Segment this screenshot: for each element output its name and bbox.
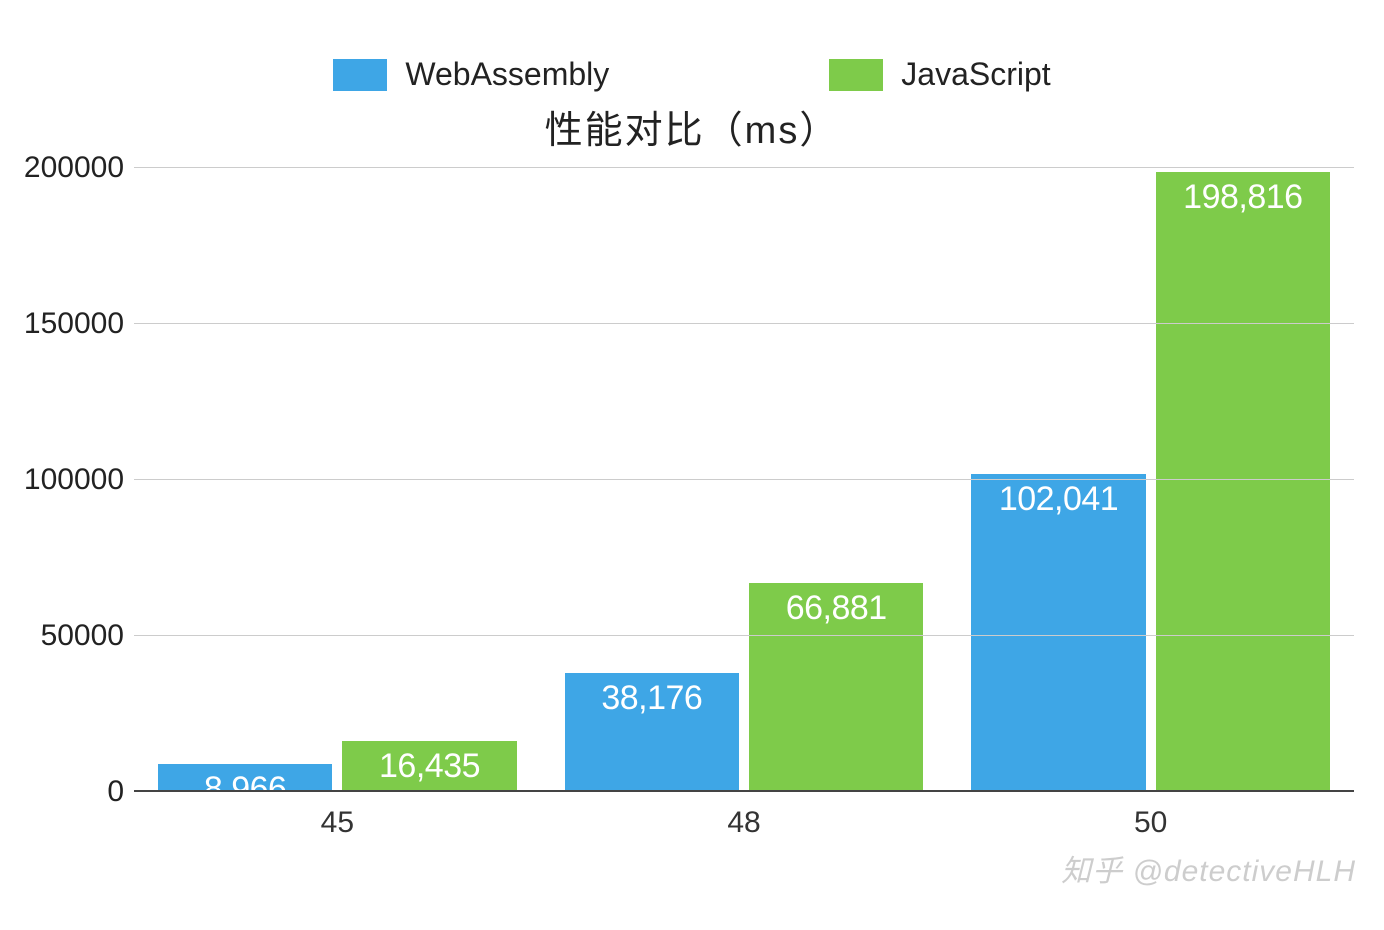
bar-value-label: 66,881 <box>786 589 887 628</box>
bar-group: 102,041 198,816 <box>947 168 1354 792</box>
bar-value-label: 102,041 <box>999 480 1118 519</box>
x-tick-label: 48 <box>541 806 948 840</box>
bar-group: 38,176 66,881 <box>541 168 948 792</box>
chart-title: 性能对比（ms） <box>0 99 1384 154</box>
y-tick-label: 200000 <box>24 151 134 185</box>
gridline <box>134 167 1354 168</box>
y-tick-label: 100000 <box>24 463 134 497</box>
plot-area: 8,966 16,435 38,176 66,881 102,041 198,816 0 5… <box>0 168 1384 868</box>
bar-javascript: 66,881 <box>749 583 923 792</box>
y-tick-label: 50000 <box>41 619 134 653</box>
legend-label-1: JavaScript <box>901 56 1050 93</box>
bar-javascript: 198,816 <box>1156 172 1330 792</box>
legend: WebAssembly JavaScript <box>0 0 1384 93</box>
y-tick-label: 0 <box>107 775 134 809</box>
bar-webassembly: 38,176 <box>565 673 739 792</box>
gridline <box>134 635 1354 636</box>
legend-label-0: WebAssembly <box>405 56 609 93</box>
bar-group: 8,966 16,435 <box>134 168 541 792</box>
bar-value-label: 38,176 <box>601 679 702 718</box>
legend-item-series-1: JavaScript <box>829 56 1050 93</box>
x-tick-label: 50 <box>947 806 1354 840</box>
x-tick-label: 45 <box>134 806 541 840</box>
bar-value-label: 198,816 <box>1183 178 1302 217</box>
x-axis-line <box>134 790 1354 792</box>
y-tick-label: 150000 <box>24 307 134 341</box>
legend-item-series-0: WebAssembly <box>333 56 609 93</box>
bar-javascript: 16,435 <box>342 741 516 792</box>
bar-value-label: 16,435 <box>379 747 480 786</box>
gridline <box>134 479 1354 480</box>
bar-webassembly: 8,966 <box>158 764 332 792</box>
bar-webassembly: 102,041 <box>971 474 1145 792</box>
legend-swatch-0 <box>333 59 387 91</box>
legend-swatch-1 <box>829 59 883 91</box>
gridline <box>134 323 1354 324</box>
